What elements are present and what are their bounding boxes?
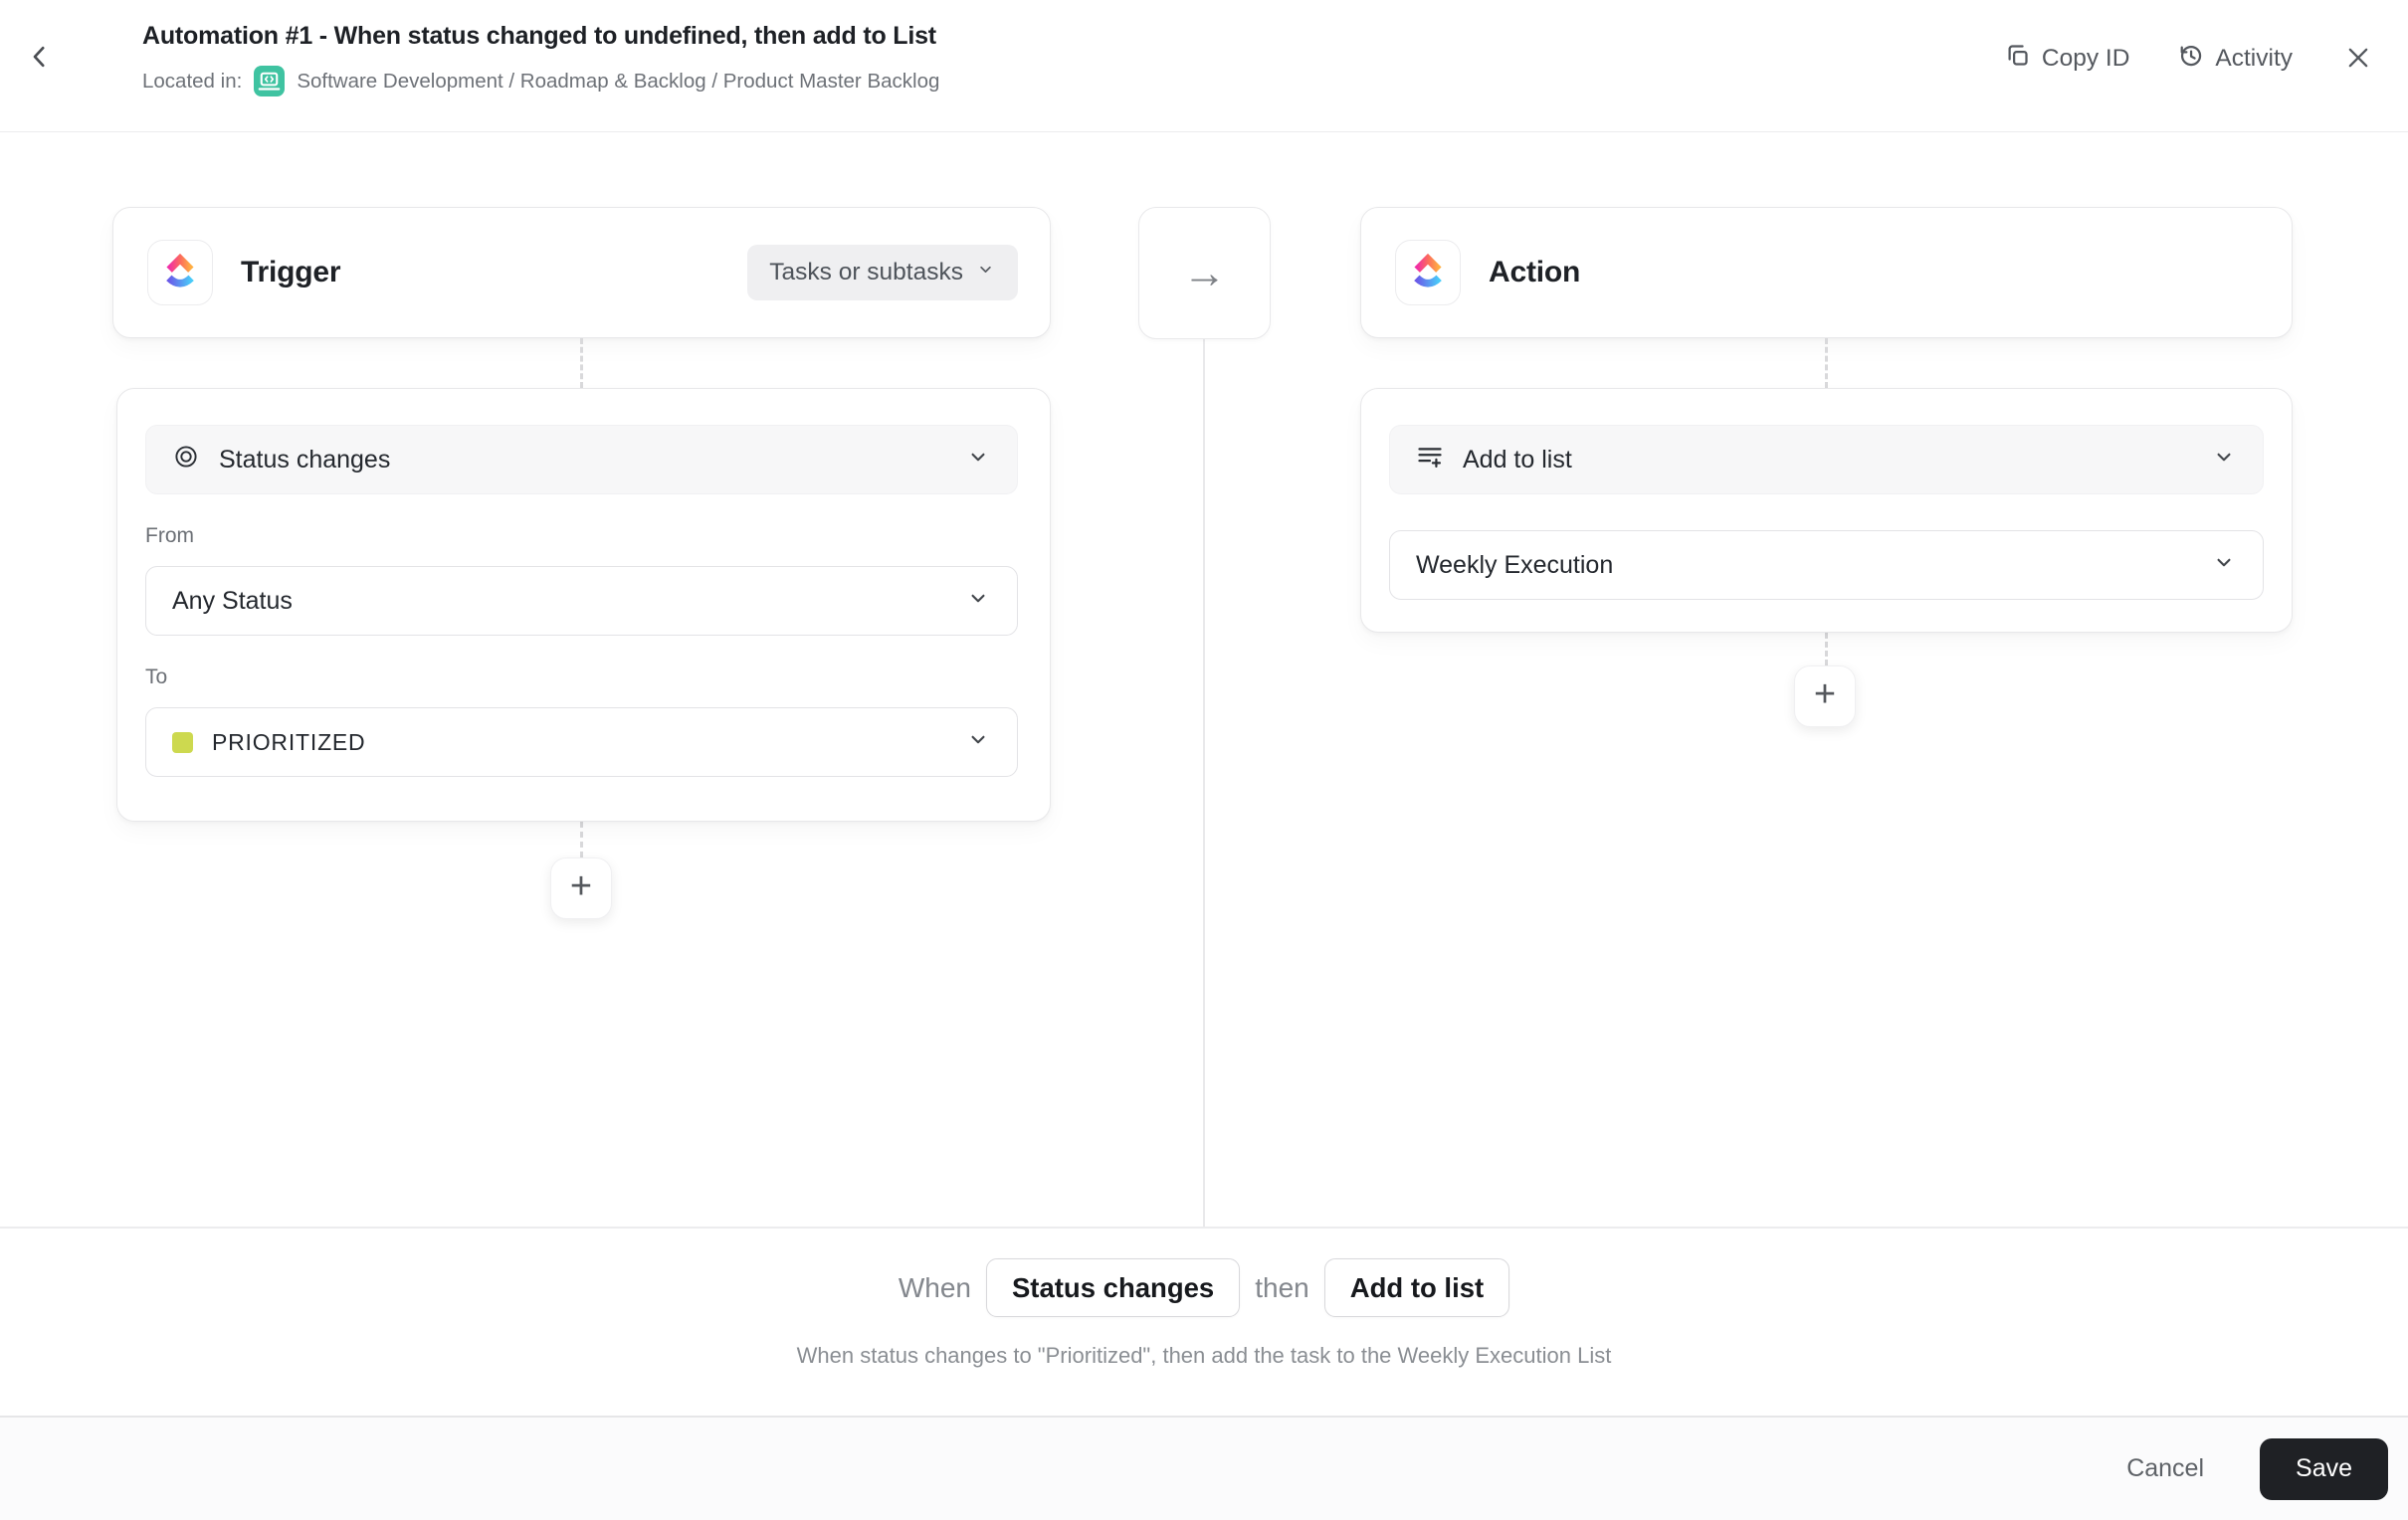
summary-trigger-pill[interactable]: Status changes xyxy=(986,1258,1240,1317)
close-button[interactable] xyxy=(2334,35,2382,83)
target-list-dropdown[interactable]: Weekly Execution xyxy=(1389,530,2264,600)
trigger-scope-dropdown[interactable]: Tasks or subtasks xyxy=(747,245,1018,300)
action-card: Action xyxy=(1360,207,2293,338)
chevron-down-icon xyxy=(965,726,991,759)
action-type-dropdown[interactable]: Add to list xyxy=(1389,425,2264,494)
located-in-label: Located in: xyxy=(142,67,242,96)
plus-icon: + xyxy=(1814,675,1836,713)
activity-label: Activity xyxy=(2215,45,2293,73)
trigger-title: Trigger xyxy=(241,256,340,289)
plus-icon: + xyxy=(570,867,592,905)
copy-id-button[interactable]: Copy ID xyxy=(2004,42,2130,76)
trigger-type-dropdown[interactable]: Status changes xyxy=(145,425,1018,494)
copy-icon xyxy=(2004,42,2031,76)
add-trigger-condition-button[interactable]: + xyxy=(550,857,612,919)
space-icon xyxy=(254,66,285,96)
activity-button[interactable]: Activity xyxy=(2177,42,2293,76)
list-add-icon xyxy=(1416,443,1444,477)
from-status-dropdown[interactable]: Any Status xyxy=(145,566,1018,636)
trigger-scope-label: Tasks or subtasks xyxy=(769,259,963,286)
trigger-action-arrow: → xyxy=(1138,207,1271,339)
action-connector xyxy=(1825,633,1828,665)
breadcrumb[interactable]: Software Development / Roadmap & Backlog… xyxy=(297,67,939,96)
automation-editor-modal: Automation #1 - When status changed to u… xyxy=(0,0,2408,1520)
header: Automation #1 - When status changed to u… xyxy=(0,0,2408,132)
close-icon xyxy=(2344,44,2372,75)
action-title: Action xyxy=(1489,256,1580,289)
save-button[interactable]: Save xyxy=(2260,1438,2388,1500)
automation-canvas: Trigger Tasks or subtasks → Action xyxy=(0,133,2408,1227)
clickup-logo xyxy=(1395,240,1461,305)
action-connector xyxy=(1825,338,1828,388)
trigger-detail-card: Status changes From Any Status To PRIORI… xyxy=(116,388,1051,822)
from-label: From xyxy=(145,524,1018,548)
summary-action-pill[interactable]: Add to list xyxy=(1324,1258,1509,1317)
trigger-connector xyxy=(580,338,583,388)
to-label: To xyxy=(145,665,1018,689)
trigger-type-label: Status changes xyxy=(219,446,390,475)
action-type-label: Add to list xyxy=(1463,446,1572,475)
trigger-card: Trigger Tasks or subtasks xyxy=(112,207,1051,338)
when-label: When xyxy=(899,1272,971,1304)
copy-id-label: Copy ID xyxy=(2042,45,2130,73)
chevron-down-icon xyxy=(965,444,991,476)
chevron-down-icon xyxy=(2211,549,2237,582)
page-title: Automation #1 - When status changed to u… xyxy=(142,20,939,52)
to-status-value: PRIORITIZED xyxy=(212,729,365,756)
clickup-logo xyxy=(147,240,213,305)
footer-bar: Cancel Save xyxy=(0,1416,2408,1520)
location-row: Located in: Software Development / Roadm… xyxy=(142,66,939,96)
summary-description: When status changes to "Prioritized", th… xyxy=(797,1343,1612,1369)
from-status-value: Any Status xyxy=(172,587,293,616)
status-target-icon xyxy=(172,443,200,477)
to-status-dropdown[interactable]: PRIORITIZED xyxy=(145,707,1018,777)
add-action-button[interactable]: + xyxy=(1794,665,1856,727)
history-clock-icon xyxy=(2177,42,2204,76)
back-button[interactable] xyxy=(16,34,64,82)
target-list-value: Weekly Execution xyxy=(1416,551,1613,580)
action-detail-card: Add to list Weekly Execution xyxy=(1360,388,2293,633)
arrow-right-icon: → xyxy=(1183,249,1227,298)
status-color-swatch xyxy=(172,732,193,753)
chevron-down-icon xyxy=(965,585,991,618)
chevron-down-icon xyxy=(975,259,996,286)
trigger-connector xyxy=(580,822,583,857)
automation-summary: When Status changes then Add to list Whe… xyxy=(0,1227,2408,1415)
center-divider xyxy=(1203,338,1205,1227)
cancel-button[interactable]: Cancel xyxy=(2112,1444,2218,1493)
chevron-left-icon xyxy=(25,42,55,75)
chevron-down-icon xyxy=(2211,444,2237,476)
then-label: then xyxy=(1255,1272,1309,1304)
